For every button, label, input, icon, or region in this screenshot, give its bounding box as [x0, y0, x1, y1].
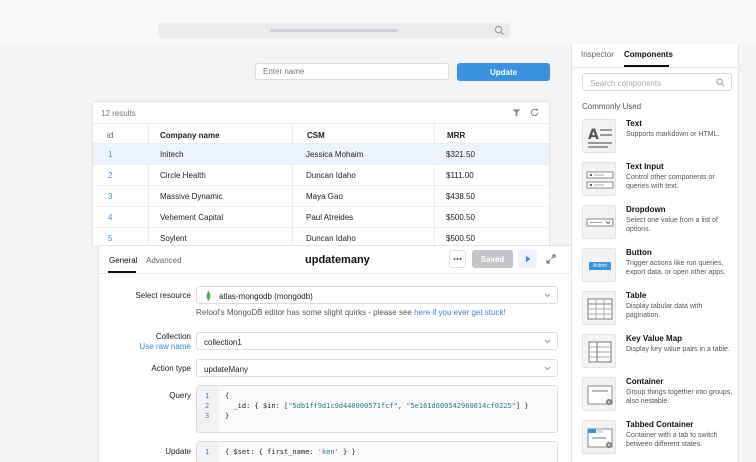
run-query-button[interactable] — [518, 250, 537, 268]
query-title[interactable]: updatemany — [305, 254, 370, 266]
query-editor-panel: General Advanced updatemany Saved Select… — [98, 245, 572, 462]
tab-general[interactable]: General — [109, 256, 137, 265]
table-component-icon — [582, 291, 616, 325]
code-line: _id: { $in: ["5db1ff9d1c9d440000571fcf",… — [225, 402, 529, 410]
component-button[interactable]: Action Button Trigger actions like run q… — [582, 248, 737, 284]
collection-label: Collection — [155, 332, 191, 341]
results-count: 12 results — [101, 109, 136, 118]
more-options-button[interactable] — [449, 250, 466, 268]
ellipsis-icon — [453, 258, 462, 260]
browser-top-bar — [0, 0, 756, 44]
query-code-editor[interactable]: 1 2 3 { _id: { $in: ["5db1ff9d1c9d440000… — [196, 385, 558, 433]
mongodb-leaf-icon — [206, 291, 211, 301]
active-tab-indicator — [624, 65, 669, 67]
collection-value: collection1 — [204, 338, 242, 347]
table-row[interactable]: 4 Vehement Capital Paul Atreides $500.50 — [93, 207, 549, 228]
chevron-down-icon — [544, 366, 551, 371]
update-label: Update — [165, 447, 191, 456]
name-input[interactable] — [255, 63, 449, 80]
resource-value: atlas-mongodb (mongodb) — [219, 292, 313, 301]
expand-icon[interactable] — [546, 254, 556, 264]
dropdown-component-icon — [582, 205, 616, 239]
component-dropdown[interactable]: Dropdown Select one value from a list of… — [582, 205, 737, 241]
component-key-value-map[interactable]: Key Value Map Display key value pairs in… — [582, 334, 737, 370]
action-type-select[interactable]: updateMany — [196, 359, 558, 377]
table-header: id Company name CSM MRR — [93, 123, 549, 144]
resource-helper-text: Retool's MongoDB editor has some slight … — [196, 308, 506, 317]
help-link[interactable]: here if you ever get stuck! — [414, 308, 506, 317]
svg-text:A: A — [588, 127, 599, 143]
resource-select[interactable]: atlas-mongodb (mongodb) — [196, 286, 558, 304]
button-thumb-label: Action — [593, 263, 607, 269]
chevron-down-icon — [544, 293, 551, 298]
panel-divider — [99, 273, 572, 274]
action-type-value: updateMany — [204, 365, 249, 374]
component-text-input[interactable]: Text Input Control other components or q… — [582, 162, 737, 198]
update-button[interactable]: Update — [457, 63, 550, 81]
query-label: Query — [169, 391, 191, 400]
table-row[interactable]: 2 Circle Health Duncan Idaho $111.00 — [93, 165, 549, 186]
column-header-mrr[interactable]: MRR — [447, 131, 465, 140]
refresh-icon[interactable] — [530, 108, 539, 117]
tab-components[interactable]: Components — [624, 50, 673, 59]
chevron-down-icon — [544, 339, 551, 344]
update-code-editor[interactable]: 1 { $set: { first_name: 'ken' } } — [196, 441, 558, 462]
filter-icon[interactable] — [512, 108, 521, 117]
collection-select[interactable]: collection1 — [196, 332, 558, 350]
container-component-icon — [582, 377, 616, 411]
text-input-component-icon — [582, 162, 616, 196]
search-icon — [716, 78, 725, 87]
play-icon — [526, 256, 531, 262]
saved-button[interactable]: Saved — [472, 250, 513, 268]
column-header-csm[interactable]: CSM — [307, 131, 325, 140]
right-sidebar: Inspector Components Search components C… — [571, 44, 740, 462]
key-value-component-icon — [582, 334, 616, 368]
search-placeholder: Search components — [590, 79, 662, 88]
sidebar-tabs: Inspector Components — [572, 44, 740, 68]
column-header-id[interactable]: id — [107, 131, 113, 140]
component-text[interactable]: A Text Supports markdown or HTML. — [582, 119, 737, 155]
url-placeholder-line — [270, 29, 398, 32]
results-table: 12 results id Company name CSM MRR 1 Ini… — [92, 101, 550, 247]
table-row[interactable]: 3 Massive Dynamic Maya Gao $438.50 — [93, 186, 549, 207]
search-icon — [494, 25, 505, 36]
address-bar[interactable] — [158, 23, 510, 38]
table-row[interactable]: 1 Initech Jessica Mohaim $321.50 — [93, 144, 549, 165]
tab-advanced[interactable]: Advanced — [146, 256, 182, 265]
component-table[interactable]: Table Display tabular data with paginati… — [582, 291, 737, 327]
action-type-label: Action type — [151, 364, 191, 373]
tab-inspector[interactable]: Inspector — [581, 50, 614, 59]
component-tabbed-container[interactable]: Tabbed Container Container with a tab to… — [582, 420, 737, 456]
select-resource-label: Select resource — [135, 291, 191, 300]
tabbed-container-component-icon — [582, 420, 616, 454]
text-component-icon: A — [582, 119, 616, 153]
button-component-icon: Action — [582, 248, 616, 282]
code-line: { $set: { first_name: 'ken' } } — [225, 448, 356, 456]
use-raw-name-link[interactable]: Use raw name — [139, 342, 191, 351]
column-header-company[interactable]: Company name — [160, 131, 220, 140]
component-container[interactable]: Container Group things together into gro… — [582, 377, 737, 413]
section-title: Commonly Used — [582, 102, 642, 111]
component-search-input[interactable]: Search components — [582, 73, 732, 91]
